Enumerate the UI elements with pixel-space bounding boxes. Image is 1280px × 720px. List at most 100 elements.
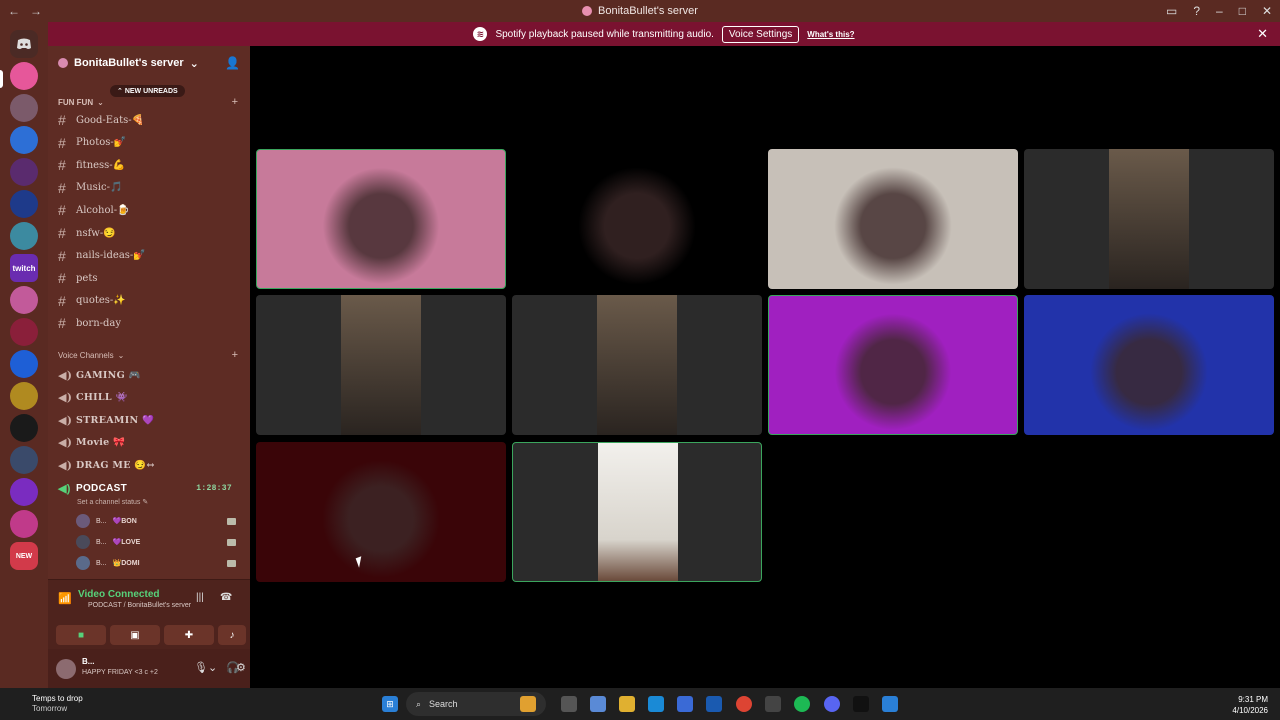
server-icon-14[interactable]	[10, 478, 38, 506]
spotify-taskbar-icon[interactable]	[794, 696, 810, 712]
category-voice-channels[interactable]: Voice Channels ⌄	[58, 351, 124, 360]
voice-channel[interactable]: ◀) STREAMIN 💜	[56, 410, 242, 430]
new-badge[interactable]: NEW	[10, 542, 38, 570]
microphone-icon[interactable]: 🎙	[194, 661, 208, 674]
mail-icon[interactable]	[706, 696, 722, 712]
server-icon-2[interactable]	[10, 94, 38, 122]
hash-icon: #	[58, 157, 66, 174]
create-channel-icon[interactable]: +	[232, 96, 238, 108]
text-channel[interactable]: # Good-Eats-🍕	[56, 110, 242, 130]
windows-start-icon[interactable]: ⊞	[382, 696, 398, 712]
voice-member[interactable]: B... 💜BON	[76, 512, 242, 530]
taskbar-clock[interactable]: 9:31 PM 4/10/2026	[1232, 694, 1268, 716]
text-channel[interactable]: # nails-ideas-💅	[56, 246, 242, 266]
obs-icon[interactable]	[765, 696, 781, 712]
text-channel[interactable]: # pets	[56, 268, 242, 288]
channel-name: Photos-💅	[76, 137, 127, 149]
soundboard-button[interactable]: ♪	[218, 625, 246, 645]
inbox-icon[interactable]: ▭	[1166, 4, 1177, 18]
voice-channel[interactable]: ◀) CHILL 👾	[56, 388, 242, 408]
server-icon-11[interactable]	[10, 382, 38, 410]
close-window-button[interactable]: ✕	[1262, 4, 1272, 18]
server-icon-3[interactable]	[10, 126, 38, 154]
add-user-icon[interactable]: 👤	[225, 56, 240, 70]
server-icon-15[interactable]	[10, 510, 38, 538]
text-channel[interactable]: # fitness-💪	[56, 155, 242, 175]
voice-location[interactable]: PODCAST / BonitaBullet's server	[40, 602, 240, 609]
activities-button[interactable]: ✚	[164, 625, 214, 645]
server-badge-icon	[58, 58, 68, 68]
voice-channel[interactable]: ◀) GAMING 🎮	[56, 365, 242, 385]
voice-channel-podcast[interactable]: ◀) PODCAST 1:28:37	[56, 478, 242, 498]
voice-channel[interactable]: ◀) DRAG ME 😏↔	[56, 455, 242, 475]
widget-icon[interactable]	[520, 696, 536, 712]
video-tile[interactable]	[1024, 295, 1274, 435]
whats-this-link[interactable]: What's this?	[807, 30, 854, 39]
text-channel[interactable]: # Music-🎵	[56, 178, 242, 198]
category-label: FUN FUN	[58, 98, 94, 107]
chrome-icon[interactable]	[736, 696, 752, 712]
screen-share-button[interactable]: ▣	[110, 625, 160, 645]
channel-status[interactable]: Set a channel status ✎	[77, 498, 148, 506]
create-voice-channel-icon[interactable]: +	[232, 349, 238, 361]
video-tile[interactable]	[1024, 149, 1274, 289]
close-icon[interactable]: ✕	[1257, 26, 1268, 42]
server-icon-9[interactable]	[10, 318, 38, 346]
channel-name: GAMING 🎮	[76, 369, 141, 381]
text-channel[interactable]: # Alcohol-🍺	[56, 200, 242, 220]
video-tile[interactable]	[256, 442, 506, 582]
server-icon-13[interactable]	[10, 446, 38, 474]
video-tile[interactable]	[512, 149, 762, 289]
copilot-icon[interactable]	[590, 696, 606, 712]
video-tile[interactable]	[256, 149, 506, 289]
server-icon-6[interactable]	[10, 222, 38, 250]
server-icon-bonita[interactable]	[10, 62, 38, 90]
discord-home-icon[interactable]	[10, 30, 38, 58]
task-view-icon[interactable]	[561, 696, 577, 712]
text-channel[interactable]: # nsfw-😏	[56, 223, 242, 243]
voice-member[interactable]: B... 👑DOMI	[76, 554, 242, 572]
text-channel[interactable]: # Photos-💅	[56, 133, 242, 153]
disconnect-icon[interactable]: ☎	[220, 592, 232, 603]
server-icon-5[interactable]	[10, 190, 38, 218]
app-icon[interactable]	[882, 696, 898, 712]
gear-icon[interactable]: ⚙	[236, 661, 246, 674]
server-icon-10[interactable]	[10, 350, 38, 378]
avatar[interactable]	[56, 659, 76, 679]
store-icon[interactable]	[677, 696, 693, 712]
minimize-button[interactable]: –	[1216, 4, 1223, 18]
weather-widget[interactable]: Temps to drop Tomorrow	[14, 694, 83, 714]
channel-name: Movie 🎀	[76, 437, 126, 449]
voice-channel[interactable]: ◀) Movie 🎀	[56, 433, 242, 453]
server-icon-4[interactable]	[10, 158, 38, 186]
server-icon-twitch[interactable]: twitch	[10, 254, 38, 282]
camera-icon	[227, 538, 236, 546]
video-tile[interactable]	[768, 149, 1018, 289]
tiktok-icon[interactable]	[853, 696, 869, 712]
chevron-down-icon[interactable]: ⌄	[208, 661, 217, 674]
server-icon-8[interactable]	[10, 286, 38, 314]
video-tile[interactable]	[256, 295, 506, 435]
video-tile[interactable]	[512, 442, 762, 582]
speaker-icon: ◀)	[58, 391, 73, 405]
camera-button[interactable]: ■	[56, 625, 106, 645]
channel-name: Alcohol-🍺	[76, 204, 130, 216]
channel-sidebar: BonitaBullet's server ⌄ 👤 FUN FUN ⌄ ⌃ NE…	[48, 46, 250, 688]
text-channel[interactable]: # born-day	[56, 313, 242, 333]
file-explorer-icon[interactable]	[619, 696, 635, 712]
maximize-button[interactable]: □	[1239, 4, 1246, 18]
edge-icon[interactable]	[648, 696, 664, 712]
discord-taskbar-icon[interactable]	[824, 696, 840, 712]
server-icon-12[interactable]	[10, 414, 38, 442]
voice-member[interactable]: B... 💜LOVE	[76, 533, 242, 551]
server-header[interactable]: BonitaBullet's server ⌄ 👤	[48, 46, 250, 80]
channel-status-text: Set a channel status	[77, 499, 141, 506]
voice-settings-button[interactable]: Voice Settings	[721, 25, 800, 43]
noise-suppression-icon[interactable]: |||	[196, 592, 204, 603]
text-channel[interactable]: # quotes-✨	[56, 291, 242, 311]
new-unreads-pill[interactable]: ⌃ NEW UNREADS	[110, 85, 185, 97]
category-fun-fun[interactable]: FUN FUN ⌄	[58, 98, 104, 107]
video-tile[interactable]	[512, 295, 762, 435]
video-tile[interactable]	[768, 295, 1018, 435]
help-icon[interactable]: ?	[1193, 4, 1200, 18]
